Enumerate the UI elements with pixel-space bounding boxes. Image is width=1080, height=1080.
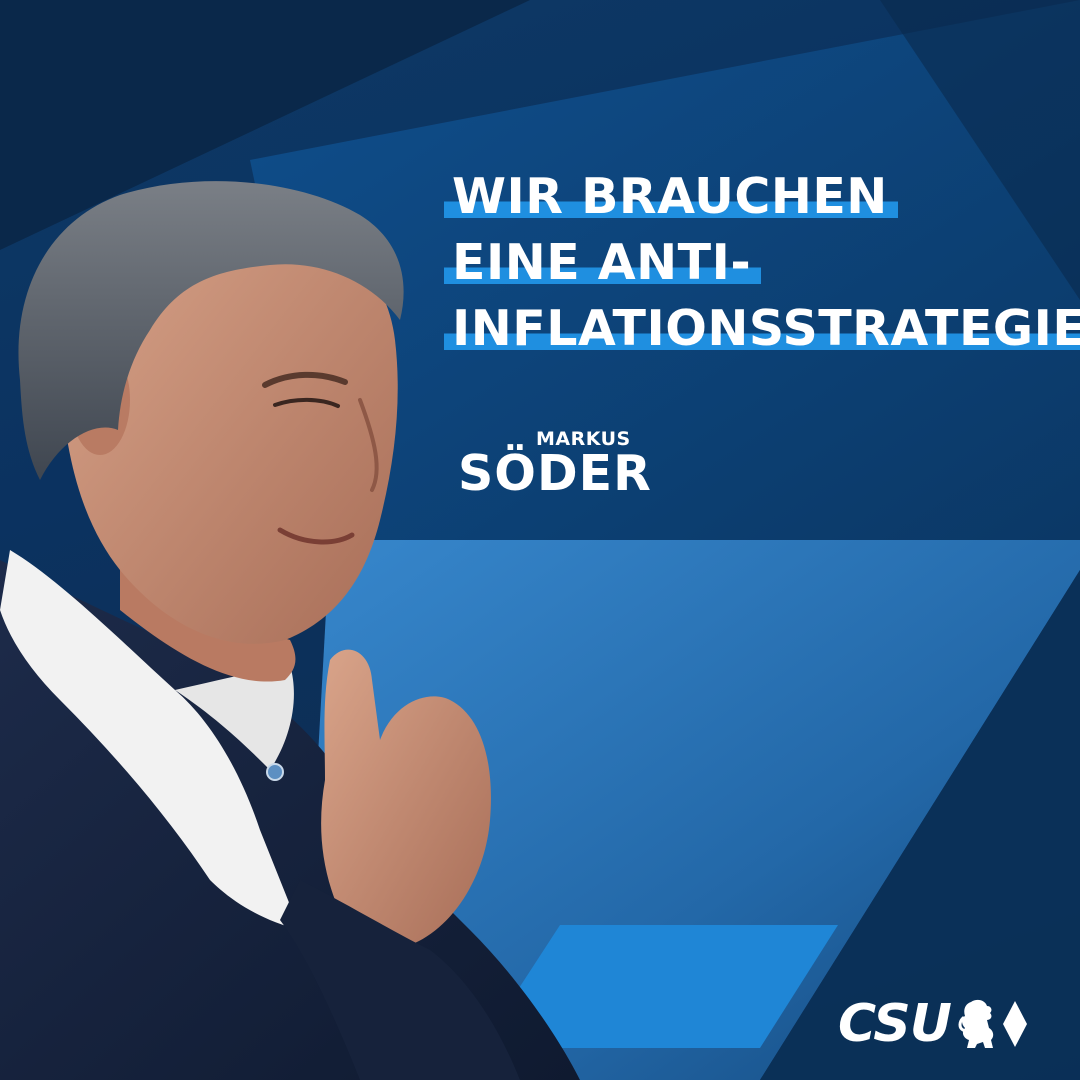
- headline-line-2: EINE ANTI-: [444, 234, 762, 292]
- lion-icon: [958, 999, 994, 1048]
- logo-wordmark: CSU: [838, 994, 952, 1054]
- headline-quote: WIR BRAUCHEN EINE ANTI- INFLATIONSSTRATE…: [444, 168, 1080, 358]
- speaker-last-name: SÖDER: [458, 445, 652, 502]
- speaker-signature: MARKUS SÖDER: [458, 424, 658, 504]
- headline-line-1: WIR BRAUCHEN: [444, 168, 898, 226]
- csu-logo: CSU: [838, 996, 1027, 1052]
- lapel-pin: [266, 763, 284, 781]
- post-graphic: WIR BRAUCHEN EINE ANTI- INFLATIONSSTRATE…: [0, 0, 1080, 1080]
- background-art: [0, 0, 1080, 1080]
- diamond-icon: [1002, 1001, 1027, 1047]
- headline-line-3: INFLATIONSSTRATEGIE.: [444, 300, 1080, 358]
